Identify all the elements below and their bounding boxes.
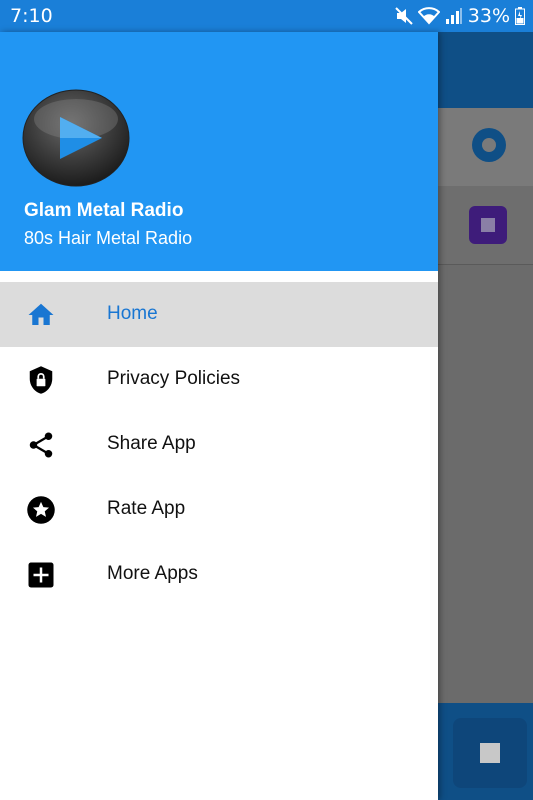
lock-shield-icon xyxy=(26,365,56,395)
mute-icon xyxy=(395,7,413,25)
wifi-icon xyxy=(417,7,440,25)
menu-item-label: Rate App xyxy=(107,498,186,519)
add-box-icon xyxy=(26,560,56,590)
home-icon xyxy=(26,300,56,330)
menu-item-label: More Apps xyxy=(107,563,198,584)
navigation-drawer: Glam Metal Radio 80s Hair Metal Radio Ho… xyxy=(0,32,438,800)
menu-item-rate-app[interactable]: Rate App xyxy=(0,477,438,542)
app-subtitle: 80s Hair Metal Radio xyxy=(24,228,193,248)
share-icon xyxy=(26,430,56,460)
status-time: 7:10 xyxy=(10,5,53,27)
player-stop-button xyxy=(453,718,527,788)
app-title: Glam Metal Radio xyxy=(24,200,184,221)
menu-item-more-apps[interactable]: More Apps xyxy=(0,542,438,607)
signal-icon xyxy=(445,8,462,24)
menu-item-label: Privacy Policies xyxy=(107,368,241,389)
stop-button-icon xyxy=(469,206,507,244)
menu-item-home[interactable]: Home xyxy=(0,282,438,347)
menu-item-privacy-policies[interactable]: Privacy Policies xyxy=(0,347,438,412)
status-bar: 7:10 33% xyxy=(0,0,533,32)
drawer-header: Glam Metal Radio 80s Hair Metal Radio xyxy=(0,32,438,271)
battery-icon xyxy=(515,7,525,25)
app-logo-play-icon xyxy=(22,89,130,187)
drawer-menu: Home Privacy Policies Share App Rate App… xyxy=(0,282,438,607)
battery-percent: 33% xyxy=(467,5,510,27)
menu-item-label: Share App xyxy=(107,433,196,454)
radio-button-icon xyxy=(472,128,506,162)
status-icons: 33% xyxy=(395,5,525,27)
menu-item-label: Home xyxy=(107,303,158,324)
star-icon xyxy=(26,495,56,525)
menu-item-share-app[interactable]: Share App xyxy=(0,412,438,477)
